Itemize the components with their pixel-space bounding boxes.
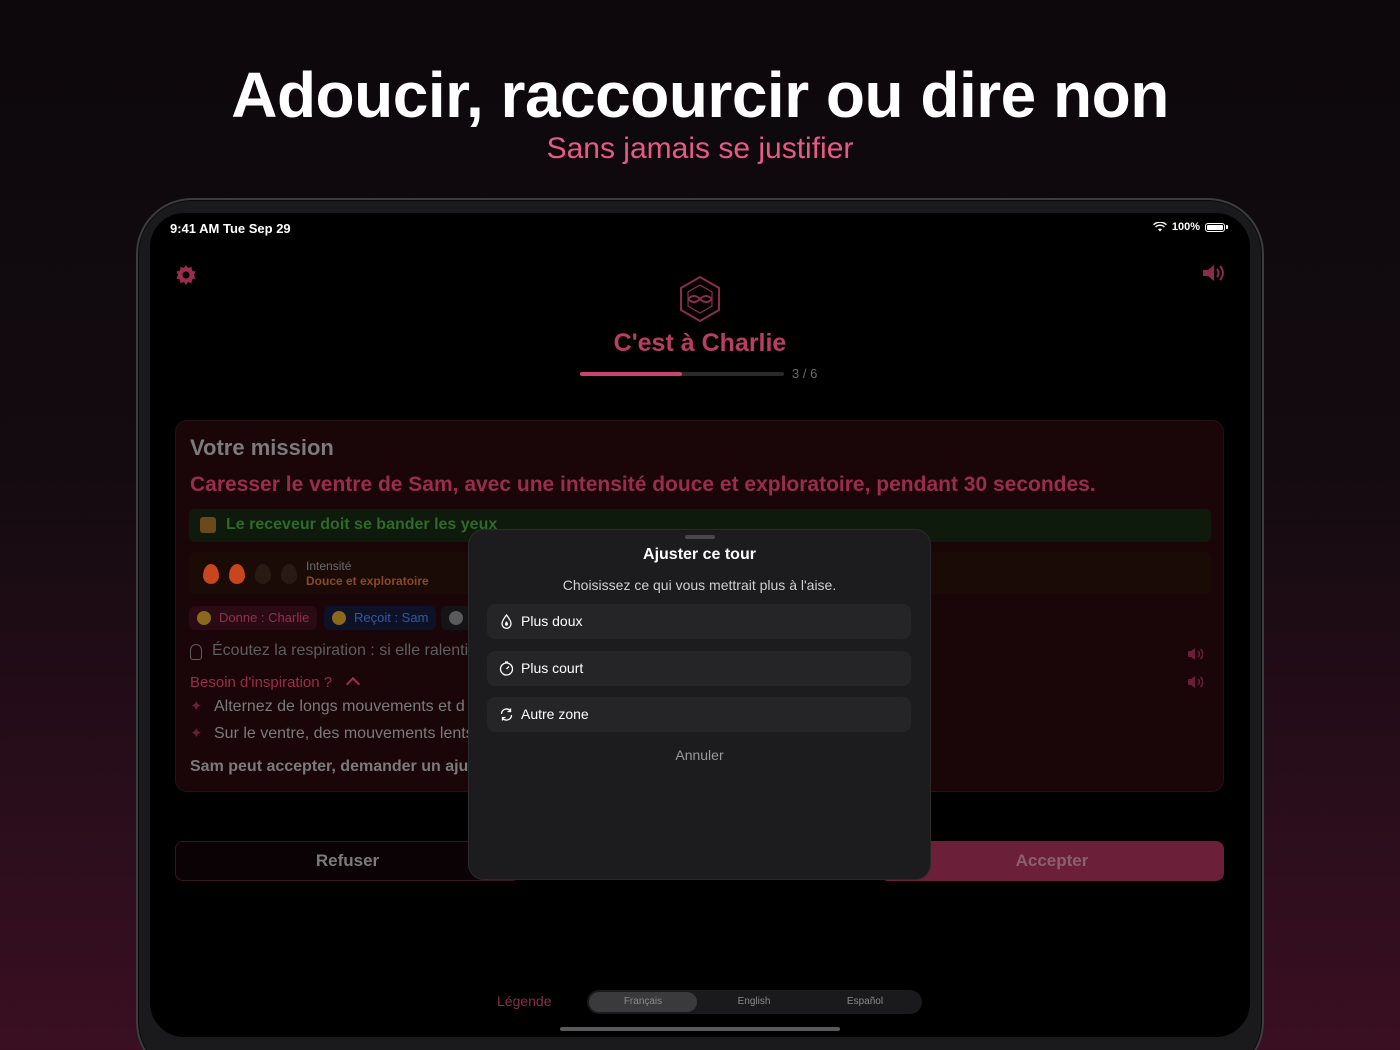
mission-footer-text: Sam peut accepter, demander un ajus <box>190 758 478 775</box>
speaker-icon[interactable] <box>1186 646 1206 662</box>
cancel-button[interactable]: Annuler <box>469 747 930 763</box>
status-time: 9:41 AM Tue Sep 29 <box>170 221 291 236</box>
inspiration-item: ✦ Alternez de longs mouvements et d <box>190 698 465 715</box>
option-other-zone-button[interactable]: Autre zone <box>487 697 911 732</box>
chip-receives: Reçoit : Sam <box>324 606 437 630</box>
wifi-icon <box>1152 222 1167 232</box>
mission-card-title: Votre mission <box>190 435 334 460</box>
option-label: Autre zone <box>521 706 589 722</box>
gift-icon <box>200 517 216 533</box>
hands-icon <box>197 611 211 625</box>
option-softer-button[interactable]: Plus doux <box>487 604 911 639</box>
timer-icon <box>499 661 514 676</box>
speaker-icon[interactable] <box>1200 261 1226 285</box>
option-label: Plus court <box>521 660 584 676</box>
language-option-en[interactable]: English <box>700 992 808 1012</box>
battery-percent: 100% <box>1171 221 1200 233</box>
mission-text: Caresser le ventre de Sam, avec une inte… <box>190 473 1096 496</box>
turn-progress-bar <box>580 372 784 376</box>
legend-link[interactable]: Légende <box>497 993 552 1009</box>
eyes-icon <box>449 611 463 625</box>
adjust-turn-sheet: Ajuster ce tour Choisissez ce qui vous m… <box>468 529 931 880</box>
speaker-icon[interactable] <box>1186 674 1206 690</box>
flame-icon <box>229 564 245 584</box>
status-bar: 9:41 AM Tue Sep 29 100% <box>170 221 1228 243</box>
sheet-grabber[interactable] <box>685 535 715 539</box>
chip-gives: Donne : Charlie <box>189 606 318 630</box>
sparkle-icon: ✦ <box>190 698 203 715</box>
option-shorter-button[interactable]: Plus court <box>487 651 911 686</box>
chevron-up-icon[interactable] <box>345 676 361 692</box>
turn-progress-label: 3 / 6 <box>792 366 818 381</box>
turn-progress-fill <box>580 372 682 376</box>
option-label: Plus doux <box>521 613 583 629</box>
hero-subtitle: Sans jamais se justifier <box>546 132 854 165</box>
accept-button[interactable]: Accepter <box>880 841 1224 881</box>
sparkle-icon: ✦ <box>190 725 203 742</box>
sheet-subtitle: Choisissez ce qui vous mettrait plus à l… <box>562 577 837 593</box>
turn-title: C'est à Charlie <box>613 329 787 357</box>
flame-icon <box>255 564 271 584</box>
inspiration-item: ✦ Sur le ventre, des mouvements lents <box>190 725 474 742</box>
app-screen: 9:41 AM Tue Sep 29 100% C'est à Charlie … <box>150 213 1250 1037</box>
language-selector: Français English Español <box>587 990 922 1014</box>
drop-icon <box>501 614 512 629</box>
language-option-es[interactable]: Español <box>811 992 919 1012</box>
intensity-label: Intensité <box>306 559 352 573</box>
chip-receives-label: Reçoit : Sam <box>354 610 429 625</box>
language-option-fr[interactable]: Français <box>589 992 697 1012</box>
app-logo-icon <box>680 275 720 323</box>
blindfold-note-text: Le receveur doit se bander les yeux <box>226 516 498 533</box>
hero-title: Adoucir, raccourcir ou dire non <box>231 59 1169 131</box>
chip-gives-label: Donne : Charlie <box>219 610 310 625</box>
home-indicator <box>560 1027 840 1031</box>
sheet-title: Ajuster ce tour <box>643 546 756 563</box>
inspiration-toggle[interactable]: Besoin d'inspiration ? <box>190 674 332 691</box>
refresh-icon <box>500 708 513 721</box>
face-icon <box>332 611 346 625</box>
gear-icon[interactable] <box>174 263 198 287</box>
tip-text: Écoutez la respiration : si elle ralenti… <box>212 642 473 659</box>
flame-icon <box>203 564 219 584</box>
intensity-value: Douce et exploratoire <box>306 574 429 588</box>
battery-icon <box>1205 222 1225 232</box>
flame-icon <box>281 564 297 584</box>
